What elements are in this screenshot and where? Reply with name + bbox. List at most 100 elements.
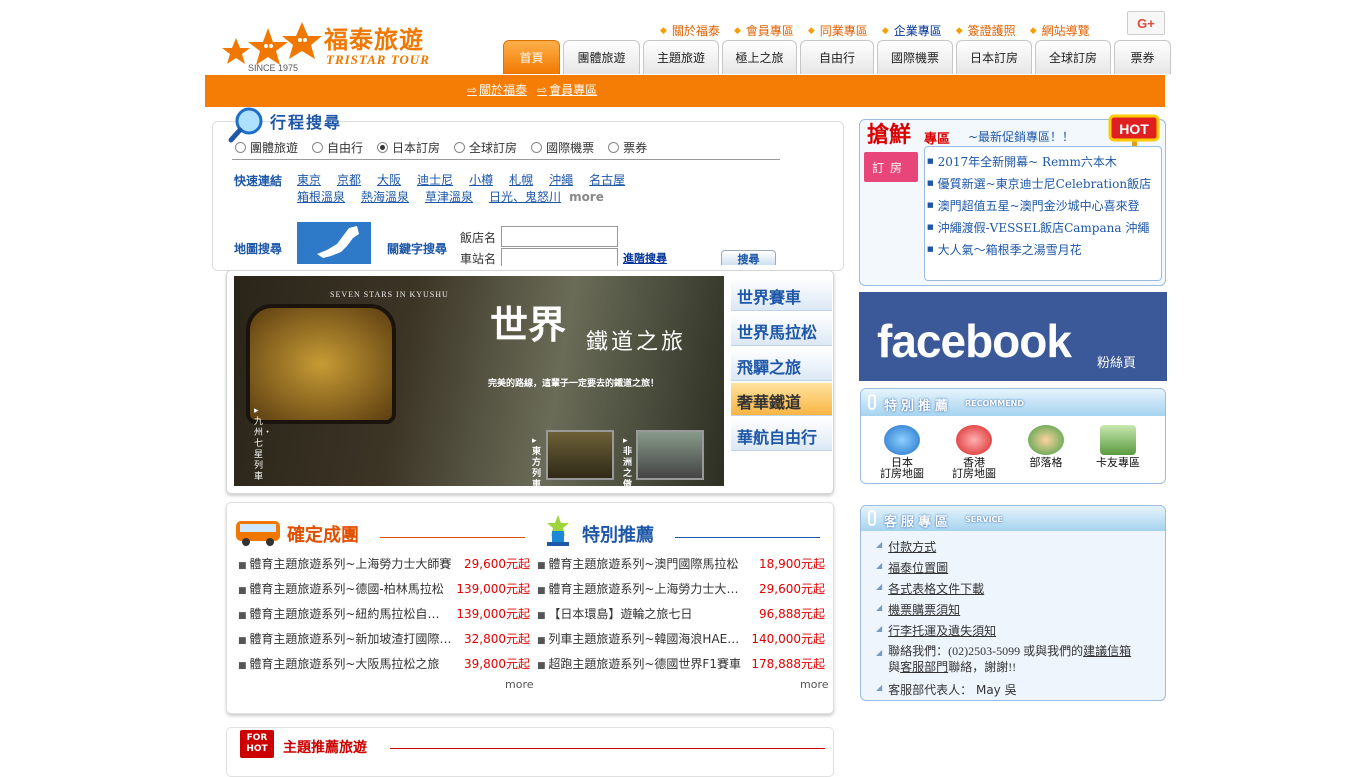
radio-japan-hotels[interactable]: 日本訂房 <box>377 139 440 156</box>
list-item[interactable]: 體育主題旅遊系列~澳門國際馬拉松18,900元起 <box>537 551 825 576</box>
list-item[interactable]: 體育主題旅遊系列~新加坡渣打國際馬拉松32,800元起 <box>238 626 530 651</box>
japan-hotel-map-link[interactable]: 日本 訂房地圖 <box>866 425 938 479</box>
hotel-name-input[interactable] <box>501 226 618 247</box>
search-button[interactable]: 搜尋 <box>721 250 776 265</box>
quick-link[interactable]: 沖繩 <box>549 173 573 187</box>
site-logo[interactable]: 福泰旅遊 TRISTAR TOUR SINCE 1975 <box>222 18 442 74</box>
logo-english-name: TRISTAR TOUR <box>326 52 430 67</box>
promo-item[interactable]: 2017年全新開幕~ Remm六本木 <box>925 150 1161 172</box>
radio-independent[interactable]: 自由行 <box>312 139 363 156</box>
blog-link[interactable]: 部落格 <box>1010 425 1082 479</box>
promo-tab-hotel[interactable]: 訂房 <box>864 152 918 182</box>
svg-text:HOT: HOT <box>1119 121 1149 137</box>
google-plus-button[interactable]: G+ <box>1127 11 1165 35</box>
quick-link[interactable]: 迪士尼 <box>417 173 453 187</box>
quick-link[interactable]: 大阪 <box>377 173 401 187</box>
top-link-sitemap[interactable]: ◆ 網站導覽 <box>1030 22 1090 39</box>
orange-subnav-bar <box>205 75 1165 107</box>
service-link[interactable]: ◢ 付款方式 <box>876 536 1160 557</box>
subnav-member[interactable]: ⇨ 會員專區 <box>537 81 597 98</box>
tab-premium-tours[interactable]: 極上之旅 <box>722 40 797 74</box>
tab-tickets[interactable]: 票券 <box>1114 40 1171 74</box>
promo-title-zone: 專區 <box>924 132 951 147</box>
list-item[interactable]: 體育主題旅遊系列~上海勞力士大師賽29,600元起 <box>238 551 530 576</box>
advanced-search-link[interactable]: 進階搜尋 <box>623 250 667 266</box>
top-link-corporate[interactable]: ◆ 企業專區 <box>882 22 942 39</box>
station-name-input[interactable] <box>501 248 618 266</box>
quick-link[interactable]: 箱根溫泉 <box>297 190 345 204</box>
quick-link[interactable]: 名古屋 <box>589 173 625 187</box>
banner-tab-marathon[interactable]: 世界馬拉松 <box>731 313 832 346</box>
service-link[interactable]: ◢ 福泰位置圖 <box>876 557 1160 578</box>
list-item[interactable]: 【日本環島】遊輪之旅七日96,888元起 <box>537 601 825 626</box>
recommend-more-link[interactable]: more <box>800 678 829 691</box>
service-link[interactable]: ◢ 行李托運及遺失須知 <box>876 620 1160 641</box>
banner-tab-hida[interactable]: 飛驒之旅 <box>731 348 832 381</box>
quick-link[interactable]: 熱海溫泉 <box>361 190 409 204</box>
railway-banner[interactable]: SEVEN STARS IN KYUSHU 世界 鐵道之旅 完美的路線，這輩子一… <box>234 276 724 486</box>
quick-link[interactable]: 小樽 <box>469 173 493 187</box>
hongkong-hotel-map-link[interactable]: 香港 訂房地圖 <box>938 425 1010 479</box>
hongkong-flower-icon <box>956 425 992 455</box>
promo-title: 搶鮮 <box>867 122 912 148</box>
list-item[interactable]: 體育主題旅遊系列~上海勞力士大師賽29,600元起 <box>537 576 825 601</box>
quick-link[interactable]: 日光、鬼怒川 <box>489 190 561 204</box>
diamond-icon: ◆ <box>1029 25 1037 36</box>
promo-item[interactable]: 澳門超值五星~澳門金沙城中心喜來登 <box>925 194 1161 216</box>
radio-air-tickets[interactable]: 國際機票 <box>531 139 594 156</box>
theme-tours-title: 主題推薦旅遊 <box>283 740 367 756</box>
recommended-tours-list: 體育主題旅遊系列~澳門國際馬拉松18,900元起 體育主題旅遊系列~上海勞力士大… <box>537 551 825 676</box>
list-item[interactable]: 體育主題旅遊系列~大阪馬拉松之旅39,800元起 <box>238 651 530 676</box>
tab-home[interactable]: 首頁 <box>503 40 560 74</box>
list-item[interactable]: 體育主題旅遊系列~德國-柏林馬拉松139,000元起 <box>238 576 530 601</box>
banner-tab-racing[interactable]: 世界賽車 <box>731 278 832 311</box>
promo-item[interactable]: 沖繩渡假-VESSEL飯店Campana 沖繩 <box>925 216 1161 238</box>
arrow-icon: ◢ <box>876 582 883 591</box>
banner-tab-luxury-rail[interactable]: 奢華鐵道 <box>731 383 832 416</box>
promo-item[interactable]: 大人氣～箱根季之湯雪月花 <box>925 238 1161 260</box>
star-logo-icon <box>222 22 322 65</box>
service-link[interactable]: ◢ 各式表格文件下載 <box>876 578 1160 599</box>
list-item[interactable]: 列車主題旅遊系列~韓國海浪HAERANG140,000元起 <box>537 626 825 651</box>
radio-global-hotels[interactable]: 全球訂房 <box>454 139 517 156</box>
list-item[interactable]: 體育主題旅遊系列~紐約馬拉松自由行139,000元起 <box>238 601 530 626</box>
diamond-icon: ◆ <box>881 25 889 36</box>
customer-service-link[interactable]: 客服部門 <box>900 660 948 674</box>
tab-theme-tours[interactable]: 主題旅遊 <box>643 40 719 74</box>
quick-link[interactable]: 草津溫泉 <box>425 190 473 204</box>
radio-tickets[interactable]: 票券 <box>608 139 647 156</box>
arrow-icon: ◢ <box>876 561 883 570</box>
magic-hat-icon <box>547 515 569 546</box>
subnav-about[interactable]: ⇨ 關於福泰 <box>467 81 527 98</box>
tab-global-hotels[interactable]: 全球訂房 <box>1035 40 1111 74</box>
tab-japan-hotels[interactable]: 日本訂房 <box>956 40 1032 74</box>
radio-group-tours[interactable]: 團體旅遊 <box>235 139 298 156</box>
bookmark-icon <box>868 394 876 410</box>
list-item[interactable]: 超跑主題旅遊系列~德國世界F1賽車178,888元起 <box>537 651 825 676</box>
diamond-icon: ◆ <box>733 25 741 36</box>
tab-group-tours[interactable]: 團體旅遊 <box>563 40 640 74</box>
service-link[interactable]: ◢ 機票購票須知 <box>876 599 1160 620</box>
promo-item[interactable]: 優質新選~東京迪士尼Celebration飯店 <box>925 172 1161 194</box>
top-link-visa[interactable]: ◆ 簽證護照 <box>956 22 1016 39</box>
service-title: 客服專區 <box>884 515 953 530</box>
quick-link[interactable]: 京都 <box>337 173 361 187</box>
suggestion-mailbox-link[interactable]: 建議信箱 <box>1083 644 1131 658</box>
top-link-member[interactable]: ◆ 會員專區 <box>734 22 794 39</box>
japan-map-thumbnail[interactable] <box>297 222 371 264</box>
quick-link[interactable]: 札幌 <box>509 173 533 187</box>
facebook-banner[interactable]: facebook 粉絲頁 <box>859 292 1167 381</box>
top-link-about[interactable]: ◆ 關於福泰 <box>660 22 720 39</box>
people-icon <box>1028 425 1064 455</box>
tab-air-tickets[interactable]: 國際機票 <box>877 40 953 74</box>
confirmed-more-link[interactable]: more <box>505 678 534 691</box>
quick-links-more[interactable]: more <box>569 190 604 204</box>
diamond-icon: ◆ <box>660 25 667 36</box>
contact-info: ◢ 聯絡我們：(02)2503-5099 或與我們的建議信箱 與客服部門聯絡，謝謝… <box>876 644 1132 674</box>
search-type-radios: 團體旅遊 自由行 日本訂房 全球訂房 國際機票 票券 <box>235 139 661 156</box>
cardholder-link[interactable]: 卡友專區 <box>1082 425 1154 479</box>
banner-tab-china-airlines[interactable]: 華航自由行 <box>731 418 832 451</box>
top-link-trade[interactable]: ◆ 同業專區 <box>808 22 868 39</box>
tab-independent-travel[interactable]: 自由行 <box>800 40 874 74</box>
quick-link[interactable]: 東京 <box>297 173 321 187</box>
